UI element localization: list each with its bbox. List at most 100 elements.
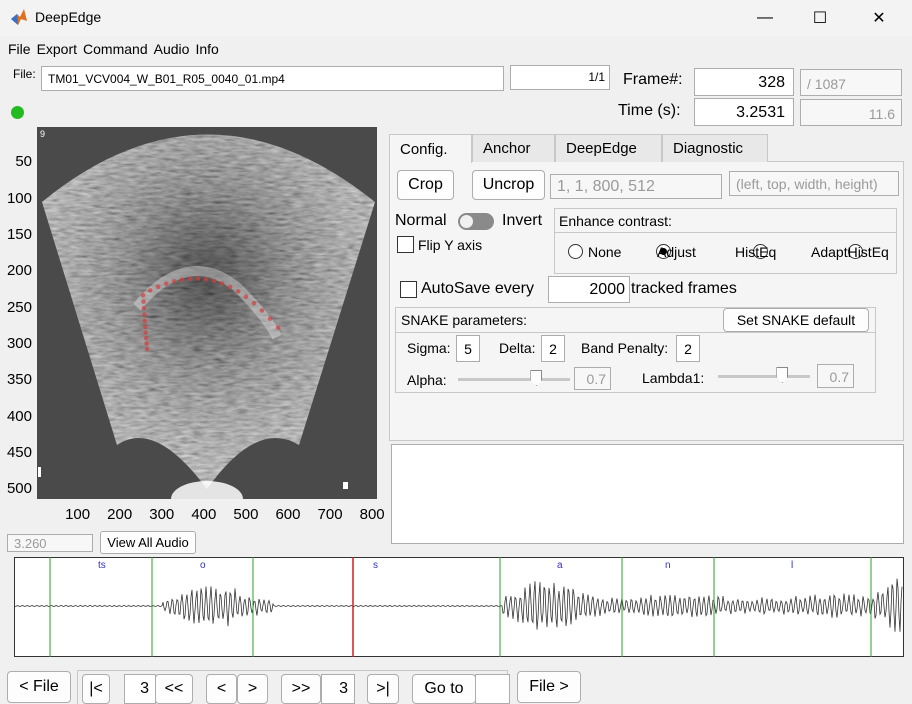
time-total-field: 11.6: [800, 99, 902, 126]
menu-export[interactable]: Export: [37, 38, 77, 60]
band-penalty-label: Band Penalty:: [581, 340, 669, 356]
matlab-logo-icon: [11, 9, 27, 25]
contour-point[interactable]: [144, 341, 149, 346]
contour-point[interactable]: [142, 324, 148, 330]
menu-bar: File Export Command Audio Info: [0, 38, 219, 60]
segment-label-l: l: [791, 560, 793, 571]
menu-command[interactable]: Command: [83, 38, 148, 60]
contour-point[interactable]: [243, 294, 249, 300]
maximize-button[interactable]: ☐: [791, 0, 849, 36]
band-penalty-field[interactable]: 2: [676, 335, 700, 362]
enhance-contrast-title: Enhance contrast:: [559, 213, 672, 229]
contour-point[interactable]: [195, 276, 201, 281]
previous-file-button[interactable]: < File: [7, 671, 71, 703]
view-all-audio-button[interactable]: View All Audio: [100, 531, 196, 554]
y-tick-label: 300: [6, 334, 32, 352]
next-file-button[interactable]: File >: [517, 671, 581, 703]
segment-label-n: n: [665, 560, 671, 571]
contour-point[interactable]: [144, 346, 150, 352]
autosave-checkbox[interactable]: [400, 281, 417, 298]
frame-number-field[interactable]: 328: [694, 68, 794, 96]
contour-point[interactable]: [163, 281, 169, 287]
audio-time-field: 3.260: [7, 534, 93, 552]
normal-label: Normal: [395, 212, 447, 229]
contour-point[interactable]: [235, 289, 241, 294]
minimize-button[interactable]: —: [736, 0, 794, 36]
contour-point[interactable]: [155, 284, 161, 290]
flip-y-checkbox[interactable]: [397, 236, 414, 253]
invert-label: Invert: [502, 212, 543, 229]
crop-hint-field: (left, top, width, height): [729, 171, 899, 196]
contour-point[interactable]: [251, 300, 257, 306]
contour-point[interactable]: [141, 305, 147, 311]
x-tick-label: 200: [107, 506, 133, 523]
contour-point[interactable]: [259, 308, 265, 313]
y-tick-label: 350: [6, 371, 32, 389]
radio-adjust-label: Adjust: [657, 244, 696, 260]
y-tick-label: 400: [6, 407, 32, 425]
set-snake-default-button[interactable]: Set SNAKE default: [723, 308, 869, 332]
contour-point[interactable]: [211, 278, 217, 284]
segment-label-ts: ts: [98, 560, 106, 571]
x-tick-label: 400: [191, 506, 217, 523]
radio-none[interactable]: [568, 244, 583, 259]
x-tick-label: 800: [359, 506, 385, 523]
contour-point[interactable]: [187, 276, 193, 281]
sigma-label: Sigma:: [407, 340, 451, 356]
menu-file[interactable]: File: [8, 38, 31, 60]
snake-title: SNAKE parameters:: [401, 312, 528, 328]
log-panel: [391, 444, 904, 544]
tab-config[interactable]: Config.: [389, 134, 472, 163]
tab-diagnostic[interactable]: Diagnostic: [662, 134, 768, 162]
delta-label: Delta:: [499, 340, 536, 356]
file-index-field[interactable]: 1/1: [510, 65, 610, 90]
time-field[interactable]: 3.2531: [694, 98, 794, 126]
uncrop-button[interactable]: Uncrop: [472, 170, 545, 200]
contour-point[interactable]: [179, 277, 185, 282]
lambda1-slider-track[interactable]: [718, 375, 810, 378]
contour-point[interactable]: [142, 318, 148, 324]
contour-point[interactable]: [171, 279, 177, 284]
contour-point[interactable]: [203, 277, 209, 282]
contour-point[interactable]: [147, 288, 153, 293]
contour-point[interactable]: [141, 299, 146, 304]
delta-field[interactable]: 2: [541, 335, 565, 362]
contour-point[interactable]: [227, 284, 233, 290]
status-indicator: [11, 106, 24, 119]
tab-deepedge[interactable]: DeepEdge: [555, 134, 662, 162]
segment-label-a: a: [557, 560, 563, 571]
audio-waveform[interactable]: ts o s a n l: [14, 557, 904, 657]
radio-none-label: None: [588, 244, 622, 260]
ultrasound-image[interactable]: 9: [37, 127, 377, 499]
menu-info[interactable]: Info: [195, 38, 218, 60]
contour-point[interactable]: [219, 281, 225, 286]
contour-point[interactable]: [267, 316, 273, 321]
contour-point[interactable]: [143, 330, 148, 335]
frame-total-field: / 1087: [800, 69, 902, 96]
menu-audio[interactable]: Audio: [154, 38, 190, 60]
close-button[interactable]: ✕: [850, 0, 908, 36]
y-tick-label: 250: [6, 298, 32, 316]
x-tick-label: 500: [233, 506, 259, 523]
tab-anchor[interactable]: Anchor: [472, 134, 555, 162]
lambda1-value-field: 0.7: [817, 364, 854, 388]
contour-point[interactable]: [142, 312, 147, 317]
file-name-field[interactable]: TM01_VCV004_W_B01_R05_0040_01.mp4: [41, 66, 504, 91]
sigma-field[interactable]: 5: [456, 335, 480, 362]
y-tick-label: 150: [6, 225, 32, 243]
time-label: Time (s):: [618, 102, 681, 119]
alpha-slider-track[interactable]: [458, 378, 570, 381]
y-tick-label: 100: [6, 189, 32, 207]
contour-point[interactable]: [275, 325, 281, 331]
frame-label: Frame#:: [623, 71, 683, 88]
x-tick-label: 700: [317, 506, 343, 523]
crop-button[interactable]: Crop: [397, 170, 454, 200]
radio-adapthisteq-label: AdaptHistEq: [811, 244, 889, 260]
y-tick-label: 200: [6, 262, 32, 280]
invert-toggle[interactable]: [458, 213, 494, 230]
contour-point[interactable]: [140, 292, 146, 298]
contour-point[interactable]: [143, 335, 149, 341]
autosave-frames-field[interactable]: 2000: [548, 276, 630, 303]
image-corner-label: 9: [40, 129, 45, 139]
x-tick-label: 300: [149, 506, 175, 523]
